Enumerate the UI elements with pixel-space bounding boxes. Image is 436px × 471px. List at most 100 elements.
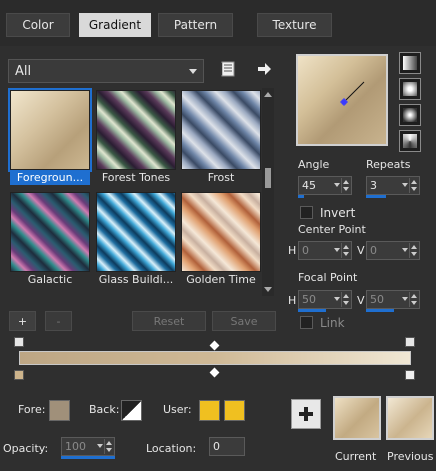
center-v-input[interactable]: 0 <box>366 241 420 260</box>
radial-style-button[interactable] <box>399 130 421 152</box>
link-label: Link <box>320 316 345 330</box>
add-preset-button[interactable]: + <box>9 311 36 331</box>
location-input[interactable]: 0 <box>209 437 245 456</box>
preset-thumb <box>10 192 90 272</box>
user-swatch-2[interactable] <box>224 400 245 421</box>
preset-label: Frost <box>207 171 235 184</box>
tab-color[interactable]: Color <box>6 13 70 37</box>
fore-swatch[interactable] <box>49 400 70 421</box>
bottom-right-stop-marker[interactable] <box>405 370 415 380</box>
tab-texture[interactable]: Texture <box>257 13 332 37</box>
opacity-slider-fill[interactable] <box>61 456 115 459</box>
preset-golden-time[interactable]: Golden Time <box>181 192 261 287</box>
chevron-down-icon[interactable] <box>402 297 408 301</box>
chevron-down-icon[interactable] <box>334 297 340 301</box>
focal-point-label: Focal Point <box>298 271 358 284</box>
reset-button[interactable]: Reset <box>132 311 206 331</box>
chevron-down-icon[interactable] <box>402 183 408 187</box>
preset-forest-tones[interactable]: Forest Tones <box>96 90 176 185</box>
spinner-icon[interactable] <box>104 439 113 454</box>
preset-label: Forest Tones <box>101 171 171 184</box>
preset-scrollbar[interactable] <box>262 88 274 296</box>
previous-preview[interactable] <box>386 396 434 440</box>
add-swatch-button[interactable] <box>291 399 321 429</box>
center-h-input[interactable]: 0 <box>298 241 352 260</box>
angle-input[interactable]: 45 <box>298 176 352 195</box>
user-label: User: <box>163 403 192 416</box>
preset-label: Golden Time <box>186 273 256 286</box>
angle-value: 45 <box>302 179 316 192</box>
linear-style-button[interactable] <box>399 52 421 74</box>
sunburst-gradient-icon <box>403 108 417 122</box>
fore-label: Fore: <box>18 403 46 416</box>
user-swatch-1[interactable] <box>199 400 220 421</box>
repeats-input[interactable]: 3 <box>366 176 420 195</box>
preset-label: Glass Buildi... <box>98 273 174 286</box>
chevron-down-icon[interactable] <box>97 444 103 448</box>
bottom-midpoint-marker[interactable] <box>209 367 220 378</box>
focal-h-label: H <box>288 294 297 307</box>
chevron-down-icon[interactable] <box>334 183 340 187</box>
save-button[interactable]: Save <box>212 311 276 331</box>
preset-glass-buildings[interactable]: Glass Buildi... <box>96 192 176 287</box>
preset-frost[interactable]: Frost <box>181 90 261 185</box>
tab-pattern[interactable]: Pattern <box>158 13 233 37</box>
top-midpoint-marker[interactable] <box>209 340 220 351</box>
rectangular-gradient-icon <box>403 82 417 96</box>
top-left-stop-marker[interactable] <box>14 337 24 347</box>
spinner-icon[interactable] <box>341 292 350 307</box>
focal-v-input[interactable]: 50 <box>366 290 420 309</box>
bottom-left-stop-marker[interactable] <box>14 370 24 380</box>
center-h-value: 0 <box>302 244 309 257</box>
preset-foreground[interactable]: Foregroun... <box>8 88 92 185</box>
back-swatch[interactable] <box>121 400 142 421</box>
chevron-down-icon[interactable] <box>334 248 340 252</box>
category-dropdown[interactable]: All <box>8 59 204 83</box>
opacity-value: 100 <box>65 440 86 453</box>
location-value: 0 <box>213 440 220 453</box>
library-icon[interactable] <box>219 60 237 78</box>
preset-thumb <box>181 90 261 170</box>
center-h-label: H <box>288 244 297 257</box>
plus-icon <box>299 407 313 421</box>
spinner-icon[interactable] <box>409 243 418 258</box>
preset-galactic[interactable]: Galactic <box>10 192 90 287</box>
location-label: Location: <box>146 442 197 455</box>
preset-thumb <box>96 192 176 272</box>
chevron-down-icon <box>189 69 197 74</box>
spinner-icon[interactable] <box>341 178 350 193</box>
scroll-up-icon[interactable] <box>264 92 272 97</box>
focal-v-value: 50 <box>370 293 384 306</box>
repeats-slider-fill[interactable] <box>366 195 386 198</box>
preset-thumb <box>181 192 261 272</box>
angle-label: Angle <box>298 158 330 171</box>
current-preview[interactable] <box>333 396 381 440</box>
top-right-stop-marker[interactable] <box>405 337 415 347</box>
gradient-preview[interactable] <box>296 54 388 146</box>
opacity-input[interactable]: 100 <box>61 437 115 456</box>
invert-checkbox[interactable] <box>300 206 313 219</box>
repeats-label: Repeats <box>366 158 411 171</box>
spinner-icon[interactable] <box>409 178 418 193</box>
remove-preset-button[interactable]: - <box>45 311 72 331</box>
angle-slider-fill[interactable] <box>298 195 304 198</box>
scroll-thumb[interactable] <box>265 168 271 188</box>
preset-label: Foregroun... <box>10 170 90 185</box>
spinner-icon[interactable] <box>341 243 350 258</box>
tab-gradient[interactable]: Gradient <box>79 13 151 37</box>
rectangular-style-button[interactable] <box>399 78 421 100</box>
focal-h-slider-fill[interactable] <box>298 309 326 312</box>
arrow-right-icon[interactable] <box>255 60 273 78</box>
sunburst-style-button[interactable] <box>399 104 421 126</box>
scroll-down-icon[interactable] <box>264 287 272 292</box>
angle-handle[interactable] <box>298 56 386 144</box>
link-checkbox[interactable] <box>300 316 313 329</box>
center-v-label: V <box>357 244 365 257</box>
focal-h-input[interactable]: 50 <box>298 290 352 309</box>
chevron-down-icon[interactable] <box>402 248 408 252</box>
spinner-icon[interactable] <box>409 292 418 307</box>
previous-label: Previous <box>387 450 434 463</box>
gradient-editor-bar[interactable] <box>19 351 411 365</box>
focal-v-slider-fill[interactable] <box>366 309 394 312</box>
category-value: All <box>15 63 32 79</box>
